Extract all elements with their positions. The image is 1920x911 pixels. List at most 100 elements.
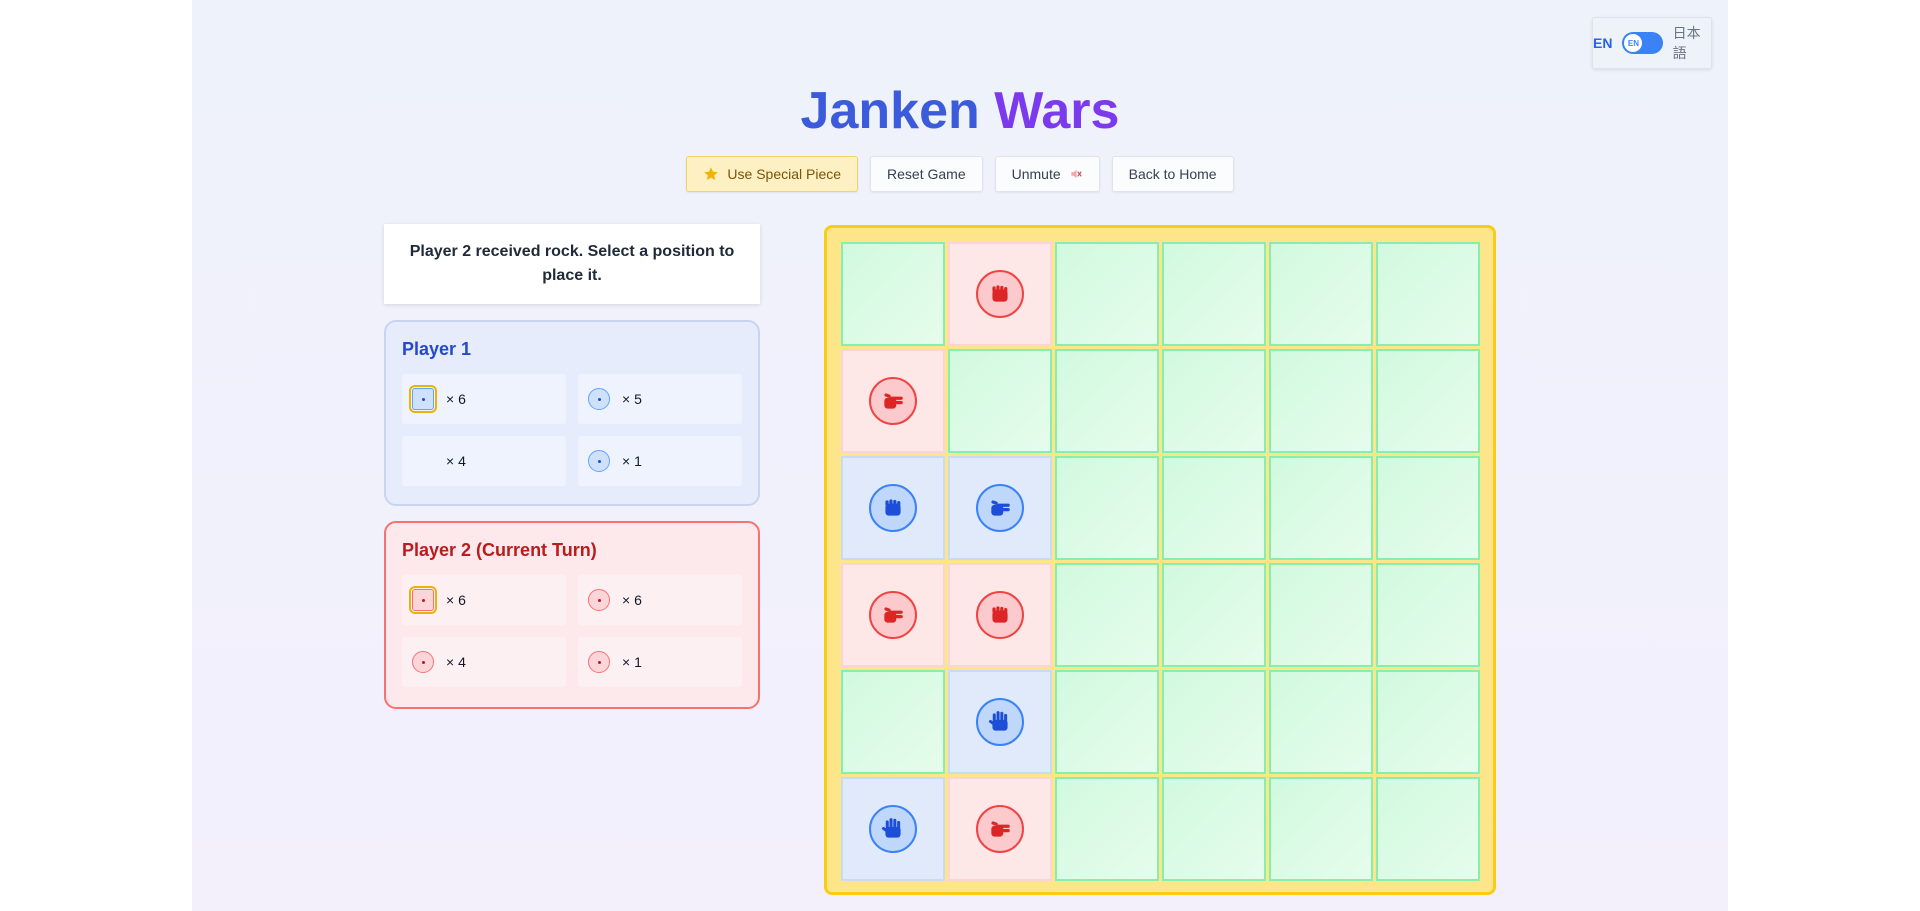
board-cell-empty[interactable] (1269, 349, 1373, 453)
board-cell-empty[interactable] (1055, 563, 1159, 667)
board-cell-blue-scissors[interactable] (948, 456, 1052, 560)
unmute-label: Unmute (1011, 166, 1061, 182)
hand-slot-scissors[interactable]: × 4 (402, 637, 566, 687)
paper-piece-icon (588, 589, 610, 611)
board-cell-empty[interactable] (1269, 456, 1373, 560)
board-cell-red-scissors[interactable] (841, 349, 945, 453)
rock-hand-icon (869, 484, 917, 532)
special-piece-icon (588, 651, 610, 673)
player1-hand: × 6 × 5 × 4 × 1 (402, 374, 742, 486)
board-cell-empty[interactable] (1162, 563, 1266, 667)
piece-count: × 6 (446, 592, 466, 608)
board-cell-empty[interactable] (1162, 242, 1266, 346)
title-part2: Wars (994, 82, 1120, 140)
board-cell-empty[interactable] (948, 349, 1052, 453)
board-cell-red-scissors[interactable] (841, 563, 945, 667)
scissors-glyph (991, 821, 1010, 837)
board-cell-red-rock[interactable] (948, 242, 1052, 346)
hand-slot-special[interactable]: × 1 (578, 436, 742, 486)
hand-slot-rock[interactable]: × 6 (402, 374, 566, 424)
scissors-hand-icon (869, 591, 917, 639)
piece-count: × 5 (622, 391, 642, 407)
paper-glyph (988, 711, 1008, 731)
board-cell-empty[interactable] (1269, 670, 1373, 774)
game-board (824, 225, 1496, 895)
paper-glyph (881, 818, 901, 838)
reset-game-label: Reset Game (887, 166, 966, 182)
title-part1: Janken (800, 82, 980, 140)
board-cell-empty[interactable] (1162, 777, 1266, 881)
board-cell-empty[interactable] (1269, 242, 1373, 346)
board-cell-empty[interactable] (841, 242, 945, 346)
language-en-label[interactable]: EN (1593, 35, 1612, 51)
hand-slot-paper[interactable]: × 6 (578, 575, 742, 625)
toggle-knob: EN (1624, 34, 1643, 52)
piece-count: × 4 (446, 654, 466, 670)
board-cell-empty[interactable] (1376, 563, 1480, 667)
player2-hand: × 6 × 6 × 4 × 1 (402, 575, 742, 687)
rock-piece-icon (409, 385, 437, 413)
rock-hand-icon (976, 591, 1024, 639)
rock-glyph (992, 285, 1008, 302)
board-cell-empty[interactable] (1376, 777, 1480, 881)
board-cell-empty[interactable] (1055, 242, 1159, 346)
star-icon (704, 167, 719, 181)
player1-panel: Player 1 × 6 × 5 × 4 × 1 (384, 320, 760, 506)
board-cell-empty[interactable] (1269, 563, 1373, 667)
piece-dot (421, 397, 425, 401)
muted-speaker-icon (1070, 169, 1082, 179)
language-ja-label[interactable]: 日本語 (1673, 23, 1711, 63)
board-cell-empty[interactable] (1269, 777, 1373, 881)
piece-dot (597, 660, 601, 664)
board-cell-empty[interactable] (1055, 349, 1159, 453)
board-cell-empty[interactable] (841, 670, 945, 774)
board-cell-empty[interactable] (1055, 456, 1159, 560)
board-cell-empty[interactable] (1162, 349, 1266, 453)
player2-panel: Player 2 (Current Turn) × 6 × 6 × 4 × 1 (384, 521, 760, 709)
language-toggle[interactable]: EN (1622, 32, 1663, 54)
rock-hand-icon (976, 270, 1024, 318)
scissors-hand-icon (976, 484, 1024, 532)
board-cell-blue-rock[interactable] (841, 456, 945, 560)
piece-dot (421, 660, 425, 664)
page-title: Janken Wars (192, 78, 1728, 144)
scissors-piece-icon (412, 651, 434, 673)
scissors-glyph (884, 393, 903, 409)
piece-count: × 6 (622, 592, 642, 608)
scissors-glyph (991, 500, 1010, 516)
hand-slot-none[interactable]: × 4 (402, 436, 566, 486)
piece-dot (597, 459, 601, 463)
board-cell-empty[interactable] (1055, 670, 1159, 774)
board-cell-empty[interactable] (1376, 349, 1480, 453)
rock-glyph (992, 606, 1008, 623)
hand-slot-rock[interactable]: × 6 (402, 575, 566, 625)
player1-name: Player 1 (402, 339, 472, 359)
paper-hand-icon (869, 805, 917, 853)
board-cell-empty[interactable] (1376, 242, 1480, 346)
language-switch[interactable]: EN EN 日本語 (1592, 17, 1712, 69)
empty-piece-slot (412, 450, 434, 472)
piece-dot (421, 598, 425, 602)
board-cell-empty[interactable] (1162, 670, 1266, 774)
board-cell-empty[interactable] (1162, 456, 1266, 560)
board-cell-red-scissors[interactable] (948, 777, 1052, 881)
status-message: Player 2 received rock. Select a positio… (384, 224, 760, 304)
reset-game-button[interactable]: Reset Game (870, 156, 983, 192)
scissors-hand-icon (976, 805, 1024, 853)
back-to-home-label: Back to Home (1128, 166, 1217, 182)
board-cell-empty[interactable] (1376, 670, 1480, 774)
use-special-piece-button[interactable]: Use Special Piece (686, 156, 859, 192)
board-grid (841, 242, 1480, 881)
piece-count: × 1 (622, 453, 642, 469)
board-cell-blue-paper[interactable] (948, 670, 1052, 774)
board-cell-blue-paper[interactable] (841, 777, 945, 881)
piece-count: × 6 (446, 391, 466, 407)
hand-slot-special[interactable]: × 1 (578, 637, 742, 687)
board-cell-empty[interactable] (1376, 456, 1480, 560)
unmute-button[interactable]: Unmute (994, 156, 1100, 192)
hand-slot-paper[interactable]: × 5 (578, 374, 742, 424)
back-to-home-button[interactable]: Back to Home (1111, 156, 1234, 192)
board-cell-empty[interactable] (1055, 777, 1159, 881)
board-cell-red-rock[interactable] (948, 563, 1052, 667)
paper-piece-icon (588, 388, 610, 410)
